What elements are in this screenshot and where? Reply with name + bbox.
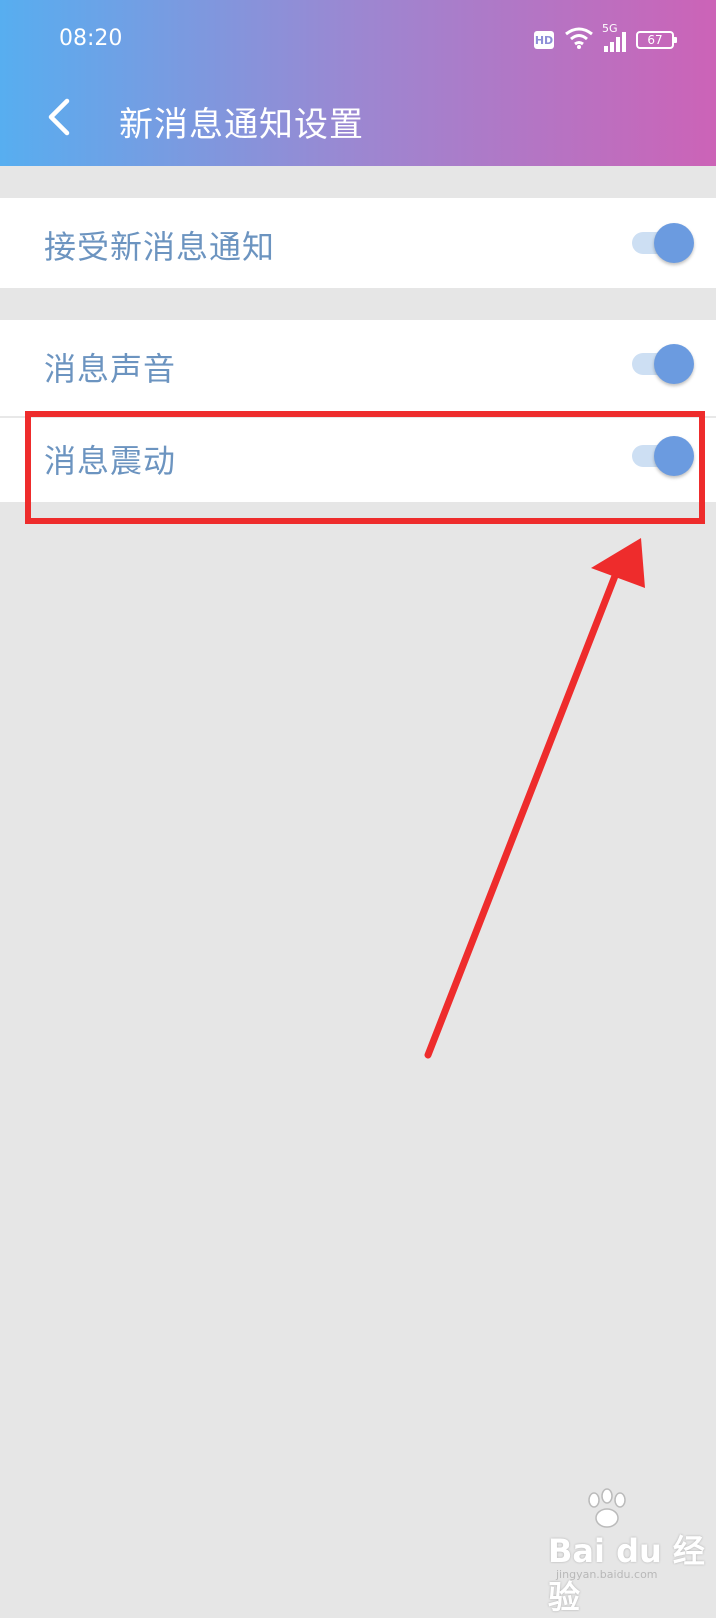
paw-logo-icon	[588, 1488, 626, 1528]
baidu-jingyan-watermark: Bai du 经验 jingyan.baidu.com	[548, 1488, 706, 1616]
watermark-url: jingyan.baidu.com	[556, 1568, 658, 1581]
annotation-arrow-icon	[424, 538, 645, 1059]
